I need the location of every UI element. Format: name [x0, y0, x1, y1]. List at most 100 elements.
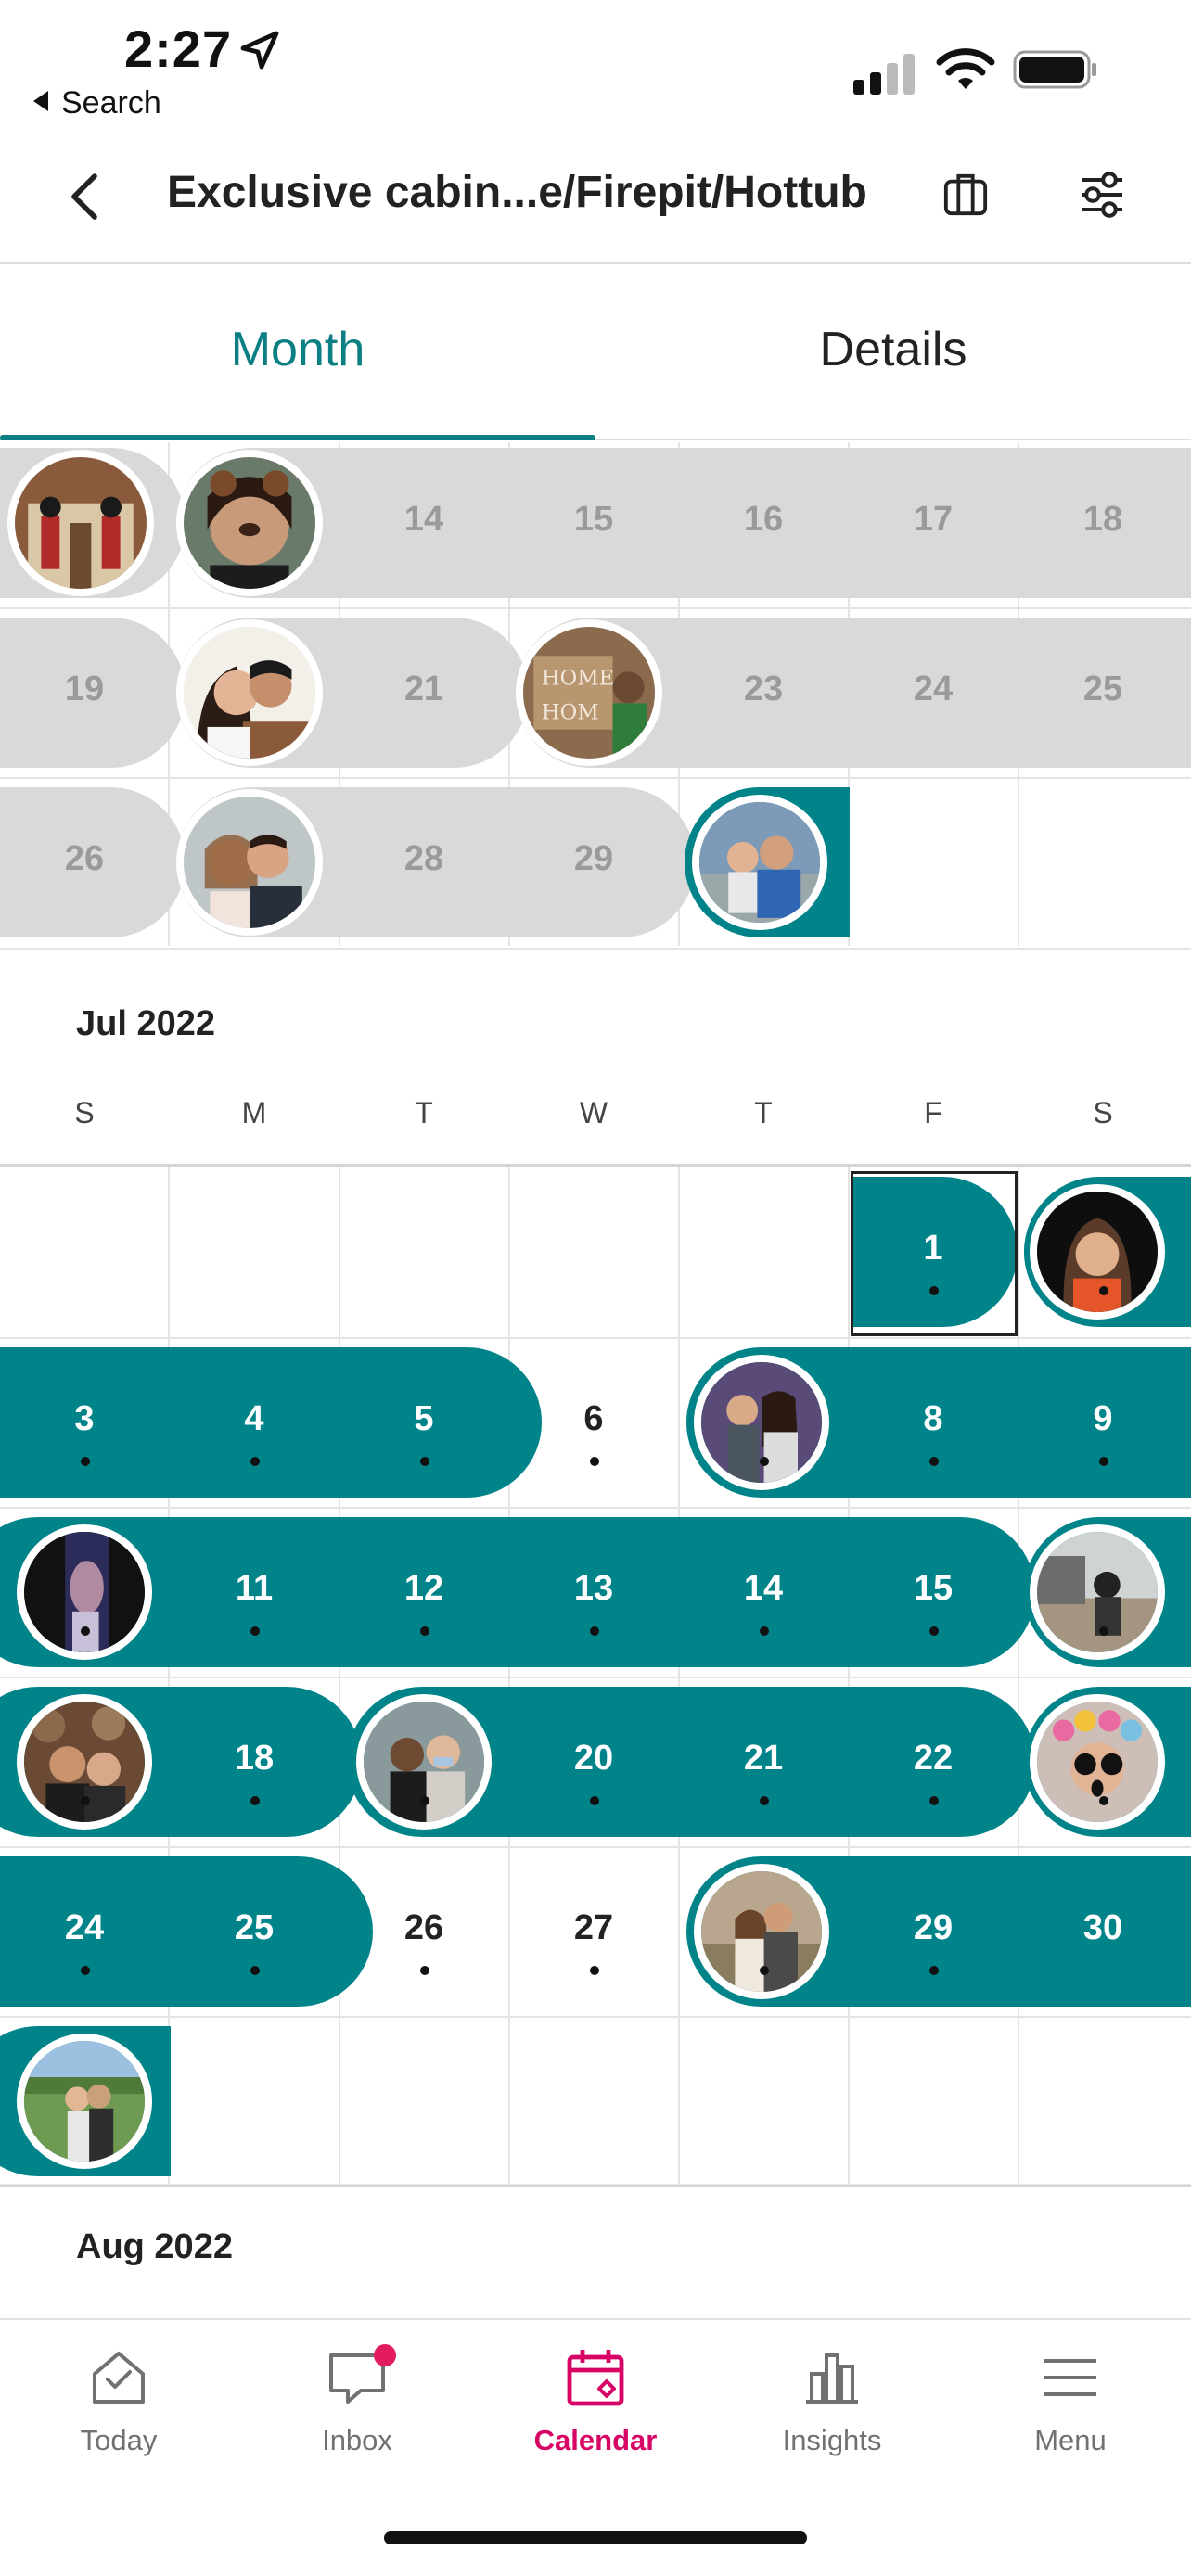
day-dot [929, 1457, 939, 1466]
calendar-day[interactable]: 13 [509, 1569, 678, 1609]
tab-month[interactable]: Month [0, 322, 596, 377]
sliders-icon[interactable] [1078, 171, 1126, 219]
weekday-label: T [415, 1096, 433, 1129]
guest-avatar[interactable] [1030, 1524, 1165, 1660]
day-dot [760, 1966, 769, 1975]
day-dot [420, 1457, 429, 1466]
tab-today[interactable]: Today [26, 2344, 211, 2457]
day-dot [590, 1626, 599, 1636]
tab-details[interactable]: Details [596, 322, 1191, 377]
day-dot [250, 1457, 260, 1466]
day-dot [1099, 1457, 1108, 1466]
day-dot [590, 1457, 599, 1466]
calendar-day[interactable]: 14 [679, 1569, 848, 1609]
calendar-day[interactable]: 9 [1018, 1399, 1187, 1439]
month-label-august: Aug 2022 [76, 2227, 233, 2266]
calendar-day[interactable]: 5 [339, 1399, 508, 1439]
day-dot [420, 1796, 429, 1805]
calendar-day[interactable]: 21 [679, 1739, 848, 1779]
calendar-day[interactable]: 26 [339, 1908, 508, 1948]
guest-avatar[interactable] [17, 1524, 152, 1660]
calendar-day[interactable]: 6 [509, 1399, 678, 1439]
status-bar: 2:27 Search [0, 0, 1191, 130]
back-triangle-icon [33, 91, 48, 111]
weekday-label: S [1093, 1096, 1113, 1129]
guest-avatar[interactable] [176, 450, 323, 596]
cellular-signal-icon [853, 50, 918, 95]
calendar-day[interactable]: 23 [679, 670, 848, 709]
view-tabs: Month Details [0, 266, 1191, 442]
calendar-day[interactable]: 17 [849, 500, 1018, 540]
guest-avatar[interactable] [1030, 1694, 1165, 1830]
calendar-day[interactable]: 3 [0, 1399, 169, 1439]
chevron-left-icon[interactable] [63, 171, 108, 223]
house-check-icon [93, 2352, 145, 2404]
back-to-search[interactable]: Search [33, 85, 161, 121]
day-dot [420, 1626, 429, 1636]
calendar-day[interactable]: 26 [0, 839, 169, 879]
day-dot [1099, 1796, 1108, 1805]
calendar-day[interactable]: 19 [0, 670, 169, 709]
weekday-label: M [241, 1096, 267, 1129]
guest-avatar[interactable] [692, 795, 827, 930]
tab-calendar[interactable]: Calendar [503, 2344, 688, 2457]
calendar-day[interactable]: 29 [849, 1908, 1018, 1948]
calendar-day[interactable]: 25 [170, 1908, 339, 1948]
guest-avatar[interactable] [7, 450, 154, 596]
calendar-day[interactable]: 18 [170, 1739, 339, 1779]
calendar-view[interactable]: 14 15 16 17 18 HOME HOM 19 21 23 24 25 26… [0, 442, 1191, 2315]
day-dot [1099, 1626, 1108, 1636]
home-indicator [384, 2531, 807, 2544]
guest-avatar[interactable] [17, 2034, 152, 2169]
day-dot [929, 1626, 939, 1636]
day-dot [590, 1796, 599, 1805]
day-dot [1099, 1286, 1108, 1295]
calendar-day[interactable]: 28 [339, 839, 508, 879]
weekday-header: S M T W T F S [0, 1096, 1191, 1152]
day-dot [760, 1796, 769, 1805]
listing-title: Exclusive cabin...e/Firepit/Hottub [167, 168, 867, 217]
calendar-day[interactable]: 12 [339, 1569, 508, 1609]
guest-avatar[interactable] [176, 789, 323, 936]
calendar-day[interactable]: 29 [509, 839, 678, 879]
calendar-day[interactable]: 8 [849, 1399, 1018, 1439]
calendar-day[interactable]: 18 [1018, 500, 1187, 540]
calendar-day[interactable]: 11 [170, 1569, 339, 1609]
calendar-day[interactable]: 4 [170, 1399, 339, 1439]
calendar-list-icon[interactable] [942, 172, 989, 219]
calendar-day[interactable]: 20 [509, 1739, 678, 1779]
tab-inbox[interactable]: Inbox [264, 2344, 450, 2457]
guest-avatar[interactable] [17, 1694, 152, 1830]
active-tab-indicator [0, 435, 596, 440]
status-time: 2:27 [124, 19, 233, 78]
listing-header: Exclusive cabin...e/Firepit/Hottub [0, 130, 1191, 264]
guest-avatar[interactable] [176, 619, 323, 766]
svg-text:HOM: HOM [542, 700, 599, 724]
day-dot [420, 1966, 429, 1975]
weekday-label: F [924, 1096, 942, 1129]
calendar-day[interactable]: 24 [849, 670, 1018, 709]
calendar-day[interactable]: 14 [339, 500, 508, 540]
battery-icon [1013, 50, 1096, 89]
calendar-day[interactable]: 25 [1018, 670, 1187, 709]
tab-insights[interactable]: Insights [739, 2344, 925, 2457]
calendar-day[interactable]: 16 [679, 500, 848, 540]
calendar-day[interactable]: 15 [849, 1569, 1018, 1609]
calendar-day[interactable]: 21 [339, 670, 508, 709]
weekday-label: S [74, 1096, 95, 1129]
calendar-day[interactable]: 15 [509, 500, 678, 540]
day-dot [81, 1626, 90, 1636]
guest-avatar[interactable] [694, 1355, 829, 1490]
calendar-day[interactable]: 22 [849, 1739, 1018, 1779]
guest-avatar[interactable] [356, 1694, 492, 1830]
guest-avatar[interactable]: HOME HOM [516, 619, 662, 766]
calendar-day[interactable]: 30 [1018, 1908, 1187, 1948]
calendar-day[interactable]: 24 [0, 1908, 169, 1948]
unread-badge [374, 2344, 396, 2366]
wifi-icon [936, 48, 995, 89]
calendar-day[interactable]: 27 [509, 1908, 678, 1948]
calendar-day[interactable]: 1 [849, 1229, 1018, 1269]
guest-avatar[interactable] [694, 1864, 829, 1999]
guest-avatar[interactable] [1030, 1184, 1165, 1320]
tab-menu[interactable]: Menu [978, 2344, 1163, 2457]
